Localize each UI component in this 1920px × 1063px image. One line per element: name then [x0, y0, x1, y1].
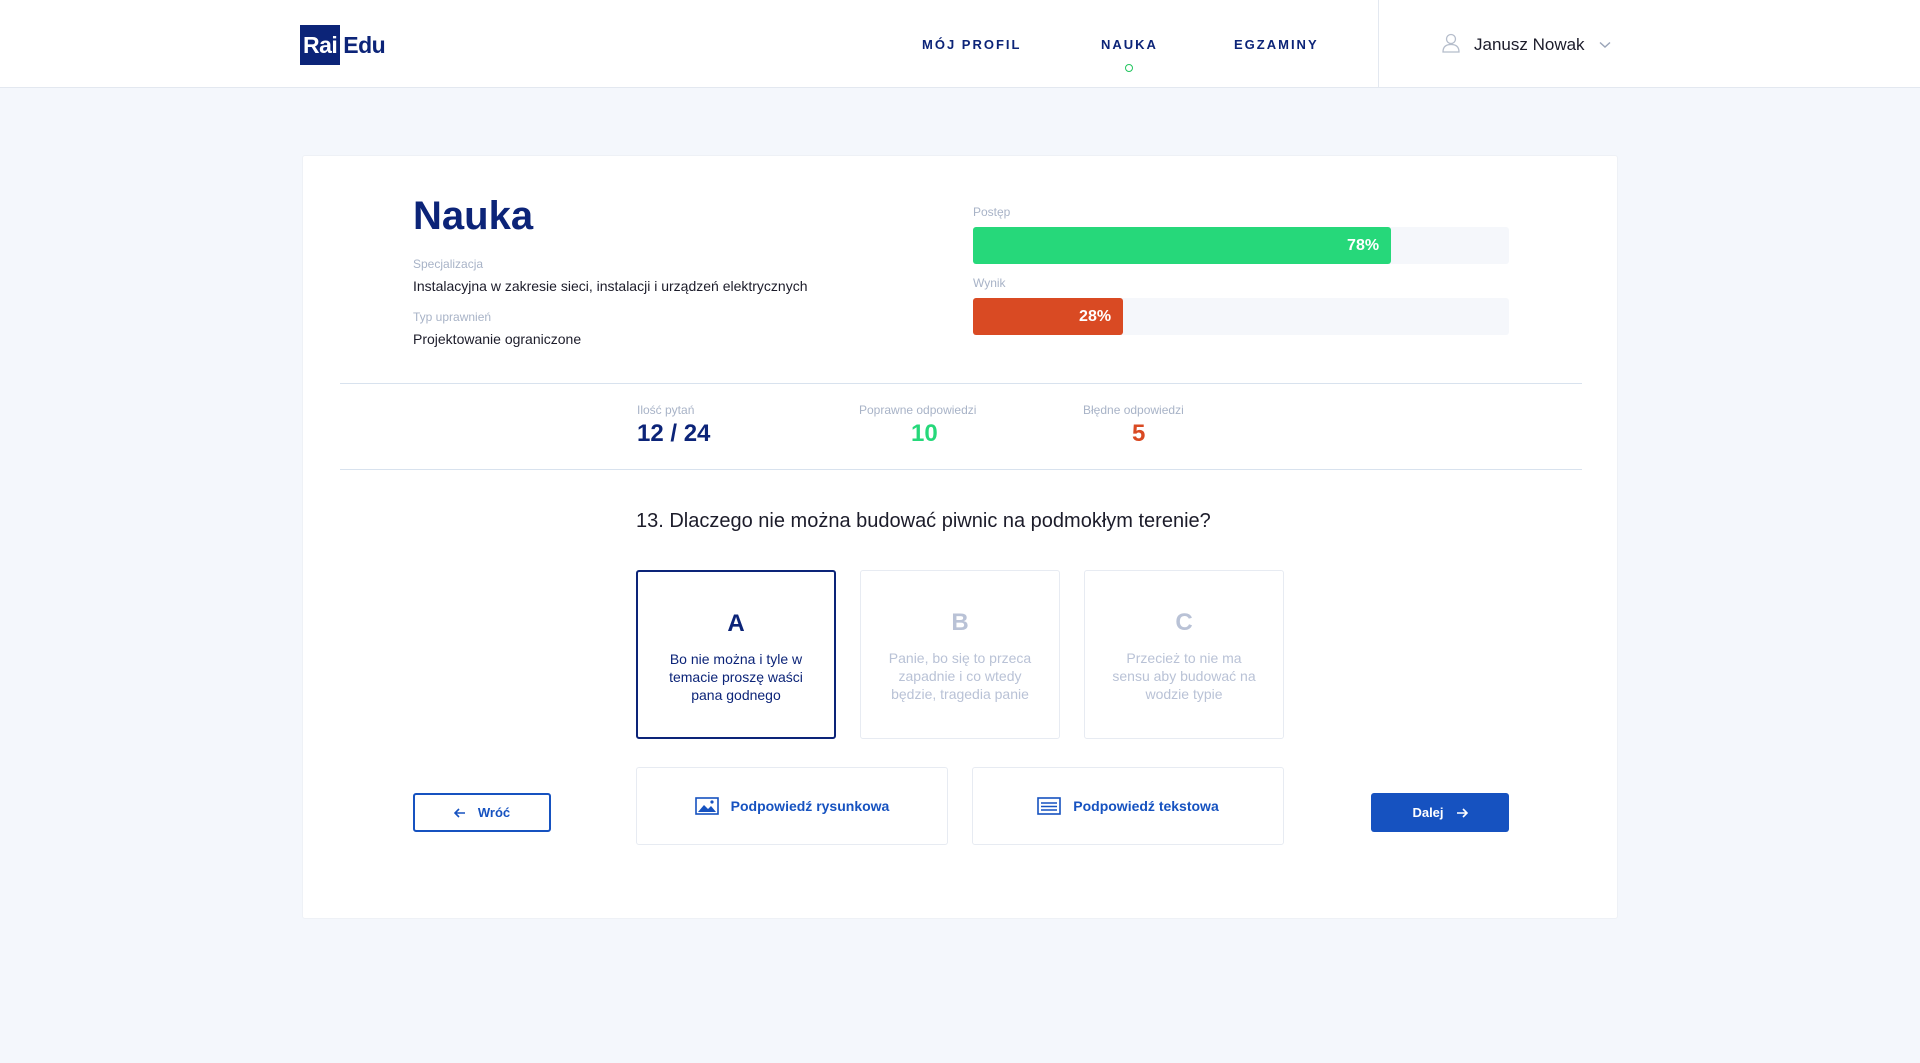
- divider-top: [340, 383, 1582, 384]
- back-button[interactable]: Wróć: [413, 793, 551, 832]
- answer-letter: B: [951, 609, 969, 636]
- nav-item-nauka-label: NAUKA: [1101, 36, 1158, 52]
- page-title: Nauka: [413, 194, 534, 238]
- text-lines-icon: [1037, 797, 1073, 815]
- score-bar-fill: 28%: [973, 298, 1124, 335]
- progress-bar-fill: 78%: [973, 227, 1392, 264]
- learning-card: Nauka Specjalizacja Instalacyjna w zakre…: [302, 155, 1618, 919]
- score-label: Wynik: [973, 276, 1006, 290]
- wrong-answers-value: 5: [1132, 420, 1146, 447]
- permission-type-label: Typ uprawnień: [413, 310, 492, 324]
- header-divider: [1378, 0, 1379, 88]
- answer-text: Przecież to nie ma sensu aby budować na …: [1112, 650, 1256, 702]
- answer-letter: A: [727, 610, 745, 637]
- active-indicator-dot: [1125, 63, 1134, 72]
- questions-count-label: Ilość pytań: [637, 403, 695, 417]
- question-text: 13. Dlaczego nie można budować piwnic na…: [636, 510, 1211, 532]
- arrow-right-icon: [1456, 807, 1468, 818]
- specialization-value: Instalacyjna w zakresie sieci, instalacj…: [413, 278, 808, 294]
- image-hint-label: Podpowiedź rysunkowa: [730, 798, 890, 814]
- back-button-label: Wróć: [477, 805, 511, 820]
- text-hint-label: Podpowiedź tekstowa: [1073, 798, 1219, 814]
- nav-item-nauka[interactable]: NAUKA: [1101, 36, 1158, 72]
- answer-option-b[interactable]: B Panie, bo się to przeca zapadnie i co …: [860, 570, 1060, 739]
- questions-count-value: 12 / 24: [637, 420, 711, 447]
- logo-rai-text: Rai: [300, 25, 341, 65]
- image-hint-button[interactable]: Podpowiedź rysunkowa: [636, 767, 948, 845]
- score-bar: 28%: [973, 298, 1509, 335]
- wrong-answers-label: Błędne odpowiedzi: [1083, 403, 1184, 417]
- raiedu-logo[interactable]: Rai Edu: [300, 25, 386, 65]
- correct-answers-value: 10: [911, 420, 938, 447]
- progress-bar: 78%: [973, 227, 1509, 264]
- user-name: Janusz Nowak: [1474, 35, 1585, 54]
- divider-bottom: [340, 469, 1582, 470]
- answer-option-c[interactable]: C Przecież to nie ma sensu aby budować n…: [1084, 570, 1284, 739]
- next-button-label: Dalej: [1412, 805, 1444, 820]
- answer-option-a[interactable]: A Bo nie można i tyle w temacie proszę w…: [636, 570, 836, 739]
- chevron-down-icon: [1599, 36, 1611, 54]
- nav-item-egzaminy[interactable]: EGZAMINY: [1234, 37, 1319, 52]
- image-icon: [694, 797, 731, 815]
- logo-edu-text: Edu: [343, 31, 386, 58]
- specialization-label: Specjalizacja: [413, 257, 484, 271]
- permission-type-value: Projektowanie ograniczone: [413, 331, 582, 347]
- answer-text: Panie, bo się to przeca zapadnie i co wt…: [888, 650, 1032, 702]
- nav-item-moj-profil[interactable]: MÓJ PROFIL: [922, 37, 1021, 52]
- answer-letter: C: [1175, 609, 1193, 636]
- correct-answers-label: Poprawne odpowiedzi: [859, 403, 977, 417]
- user-icon: [1442, 33, 1460, 58]
- next-button[interactable]: Dalej: [1371, 793, 1509, 832]
- user-menu[interactable]: Janusz Nowak: [1442, 30, 1611, 60]
- arrow-left-icon: [453, 807, 466, 818]
- top-navigation-bar: Rai Edu MÓJ PROFIL NAUKA EGZAMINY Janusz…: [0, 0, 1920, 88]
- text-hint-button[interactable]: Podpowiedź tekstowa: [972, 767, 1284, 845]
- progress-label: Postęp: [973, 205, 1011, 219]
- answer-text: Bo nie można i tyle w temacie proszę waś…: [669, 651, 803, 703]
